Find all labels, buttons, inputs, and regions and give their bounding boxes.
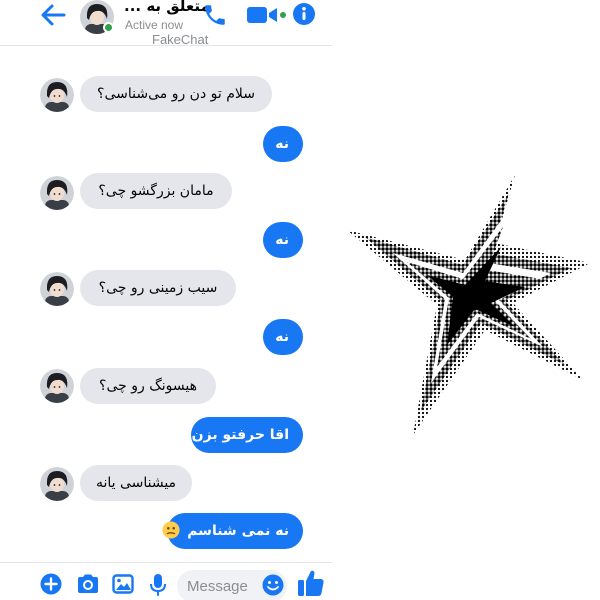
incoming-message-bubble[interactable]: هیسونگ رو چی؟	[80, 368, 216, 404]
active-status-text: Active now	[125, 18, 184, 32]
app-watermark: FakeChat	[152, 32, 209, 47]
chat-header: متعلق به ... Active now FakeChat	[0, 0, 332, 47]
outgoing-message-bubble[interactable]: نه	[263, 319, 303, 355]
phone-icon[interactable]	[202, 2, 228, 28]
chat-panel: متعلق به ... Active now FakeChat سلام تو…	[0, 0, 332, 600]
outgoing-message-bubble[interactable]: نه نمی شناسم	[162, 513, 303, 549]
back-arrow-icon[interactable]	[38, 2, 68, 28]
sender-avatar[interactable]	[40, 369, 74, 403]
emoji-icon[interactable]	[262, 574, 284, 596]
plus-icon[interactable]	[40, 573, 62, 595]
sender-avatar[interactable]	[40, 176, 74, 210]
online-status-indicator	[103, 22, 114, 33]
outgoing-message-bubble[interactable]: اقا حرفتو بزن	[191, 417, 303, 453]
incoming-message-bubble[interactable]: مامان بزرگشو چی؟	[80, 173, 232, 209]
outgoing-message-bubble[interactable]: نه	[263, 222, 303, 258]
message-composer	[0, 562, 332, 600]
halftone-star-icon	[347, 175, 590, 435]
incoming-message-bubble[interactable]: سیب زمینی رو چی؟	[80, 270, 236, 306]
camera-icon[interactable]	[76, 573, 100, 595]
sender-avatar[interactable]	[40, 272, 74, 306]
info-icon[interactable]	[292, 2, 316, 26]
contact-name[interactable]: متعلق به ...	[124, 0, 210, 15]
incoming-message-bubble[interactable]: سلام تو دن رو می‌شناسی؟	[80, 76, 272, 112]
outgoing-message-text: نه نمی شناسم	[187, 523, 289, 539]
sender-avatar[interactable]	[40, 78, 74, 112]
microphone-icon[interactable]	[149, 573, 167, 597]
gallery-icon[interactable]	[112, 573, 134, 595]
video-camera-icon[interactable]	[246, 5, 286, 25]
outgoing-message-bubble[interactable]: نه	[263, 126, 303, 162]
sender-avatar[interactable]	[40, 467, 74, 501]
confused-face-emoji	[162, 521, 180, 539]
thumbs-up-icon[interactable]	[296, 568, 326, 598]
incoming-message-bubble[interactable]: میشناسی یانه	[80, 465, 192, 501]
